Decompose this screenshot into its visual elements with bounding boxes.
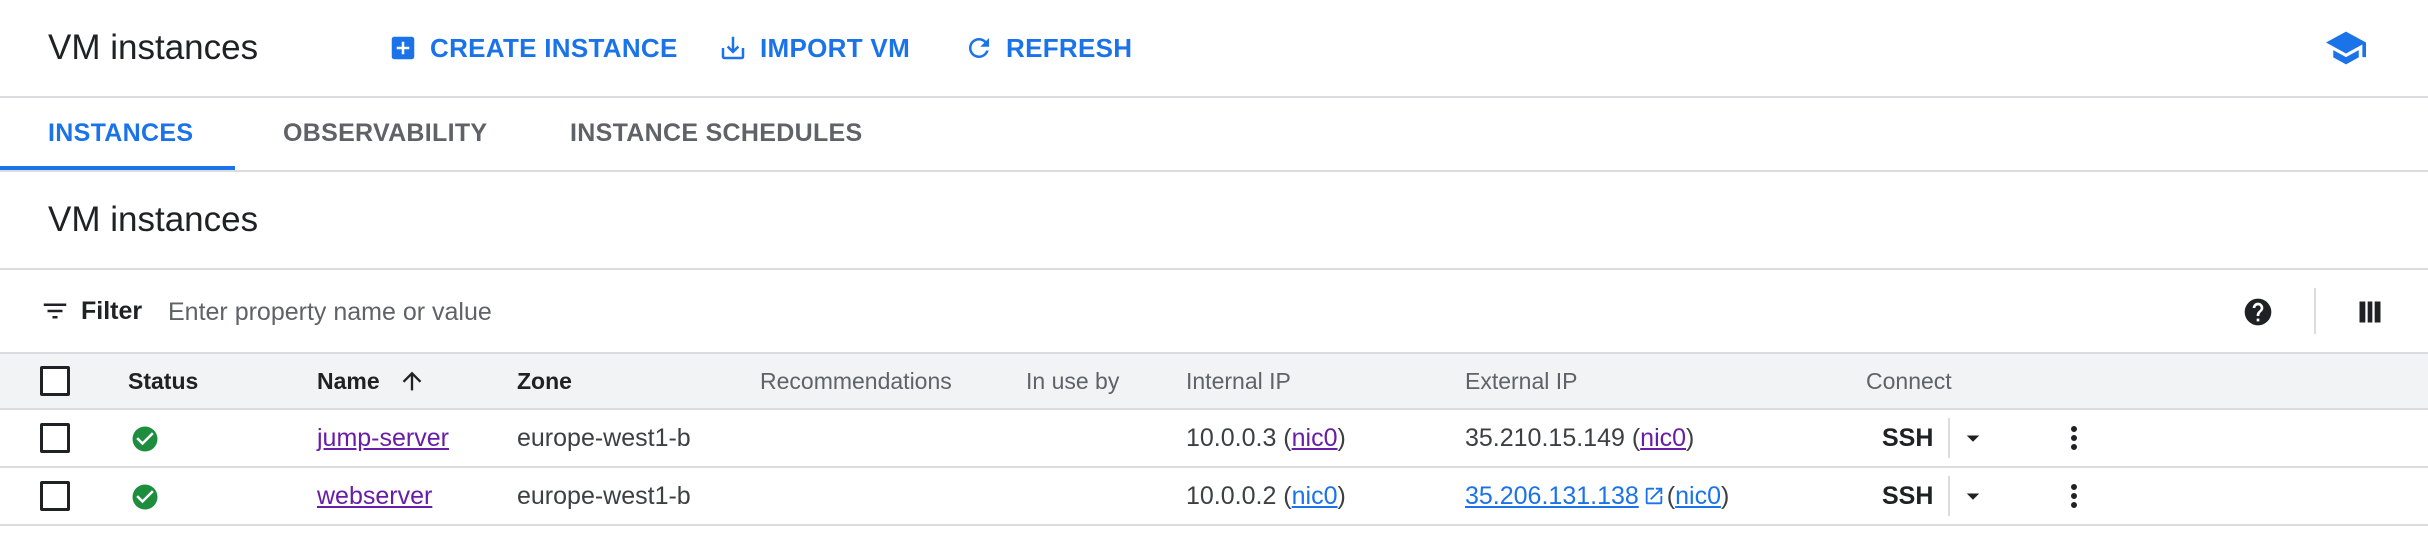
internal-ip-value: 10.0.0.2 [1186, 482, 1277, 510]
arrow-drop-down-icon[interactable] [1958, 481, 1988, 511]
ssh-button[interactable]: SSH [1882, 410, 1933, 466]
column-header-in-use-by[interactable]: In use by [1026, 354, 1119, 408]
create-instance-button[interactable]: CREATE INSTANCE [388, 0, 678, 96]
toolbar-divider [2314, 288, 2316, 334]
column-header-external-ip[interactable]: External IP [1465, 354, 1578, 408]
more-vert-icon[interactable] [2056, 420, 2092, 456]
internal-ip-cell: 10.0.0.2 (nic0) [1186, 482, 1346, 510]
column-header-internal-ip[interactable]: Internal IP [1186, 354, 1291, 408]
column-header-name[interactable]: Name [317, 354, 380, 408]
open-in-new-icon[interactable] [1643, 485, 1665, 507]
ssh-separator [1948, 418, 1950, 458]
external-ip-link[interactable]: 35.206.131.138 [1465, 482, 1639, 510]
top-toolbar: VM instances CREATE INSTANCE IMPORT VM R… [0, 0, 2428, 98]
import-vm-label: IMPORT VM [760, 32, 911, 63]
external-ip-cell: 35.206.131.138 (nic0) [1465, 482, 1730, 510]
ssh-separator [1948, 476, 1950, 516]
table-row: webserver europe-west1-b 10.0.0.2 (nic0)… [0, 468, 2428, 526]
filter-list-icon[interactable] [40, 296, 70, 326]
arrow-drop-down-icon[interactable] [1958, 423, 1988, 453]
row-checkbox[interactable] [40, 481, 70, 511]
zone-cell: europe-west1-b [517, 424, 691, 452]
tab-instances[interactable]: INSTANCES [48, 96, 193, 170]
refresh-icon [968, 37, 989, 58]
check-circle-icon [132, 484, 158, 510]
column-header-recommendations[interactable]: Recommendations [760, 354, 952, 408]
column-header-connect[interactable]: Connect [1866, 354, 1952, 408]
filter-label[interactable]: Filter [81, 270, 142, 352]
nic-link[interactable]: nic0 [1675, 482, 1721, 510]
nic-link[interactable]: nic0 [1640, 424, 1686, 452]
external-ip-value: 35.210.15.149 [1465, 424, 1625, 452]
ssh-button[interactable]: SSH [1882, 468, 1933, 524]
school-icon[interactable] [2324, 28, 2368, 68]
table-header: Status Name Zone Recommendations In use … [0, 352, 2428, 410]
select-all-checkbox[interactable] [40, 366, 70, 396]
create-instance-label: CREATE INSTANCE [430, 32, 678, 63]
internal-ip-value: 10.0.0.3 [1186, 424, 1277, 452]
tab-bar: INSTANCES OBSERVABILITY INSTANCE SCHEDUL… [0, 96, 2428, 172]
instance-name-link[interactable]: jump-server [317, 424, 449, 452]
add-box-icon [391, 36, 415, 60]
table-row: jump-server europe-west1-b 10.0.0.3 (nic… [0, 410, 2428, 468]
tab-instance-schedules[interactable]: INSTANCE SCHEDULES [570, 96, 862, 170]
column-display-icon[interactable] [2356, 298, 2384, 326]
arrow-upward-icon[interactable] [398, 367, 426, 395]
filter-input[interactable] [166, 284, 1970, 340]
page-title: VM instances [48, 28, 259, 67]
check-circle-icon [132, 426, 158, 452]
column-header-zone[interactable]: Zone [517, 354, 572, 408]
help-icon[interactable] [2242, 296, 2274, 328]
refresh-button[interactable]: REFRESH [964, 0, 1132, 96]
import-vm-button[interactable]: IMPORT VM [718, 0, 910, 96]
more-vert-icon[interactable] [2056, 478, 2092, 514]
refresh-label: REFRESH [1006, 32, 1133, 63]
nic-link[interactable]: nic0 [1292, 424, 1338, 452]
internal-ip-cell: 10.0.0.3 (nic0) [1186, 424, 1346, 452]
section-title: VM instances [48, 200, 259, 239]
column-header-status[interactable]: Status [128, 354, 198, 408]
download-icon [721, 36, 745, 60]
nic-link[interactable]: nic0 [1292, 482, 1338, 510]
zone-cell: europe-west1-b [517, 482, 691, 510]
instance-name-link[interactable]: webserver [317, 482, 432, 510]
tab-observability[interactable]: OBSERVABILITY [283, 96, 487, 170]
row-checkbox[interactable] [40, 423, 70, 453]
filter-bar: Filter [0, 270, 2428, 352]
external-ip-cell: 35.210.15.149 (nic0) [1465, 424, 1695, 452]
